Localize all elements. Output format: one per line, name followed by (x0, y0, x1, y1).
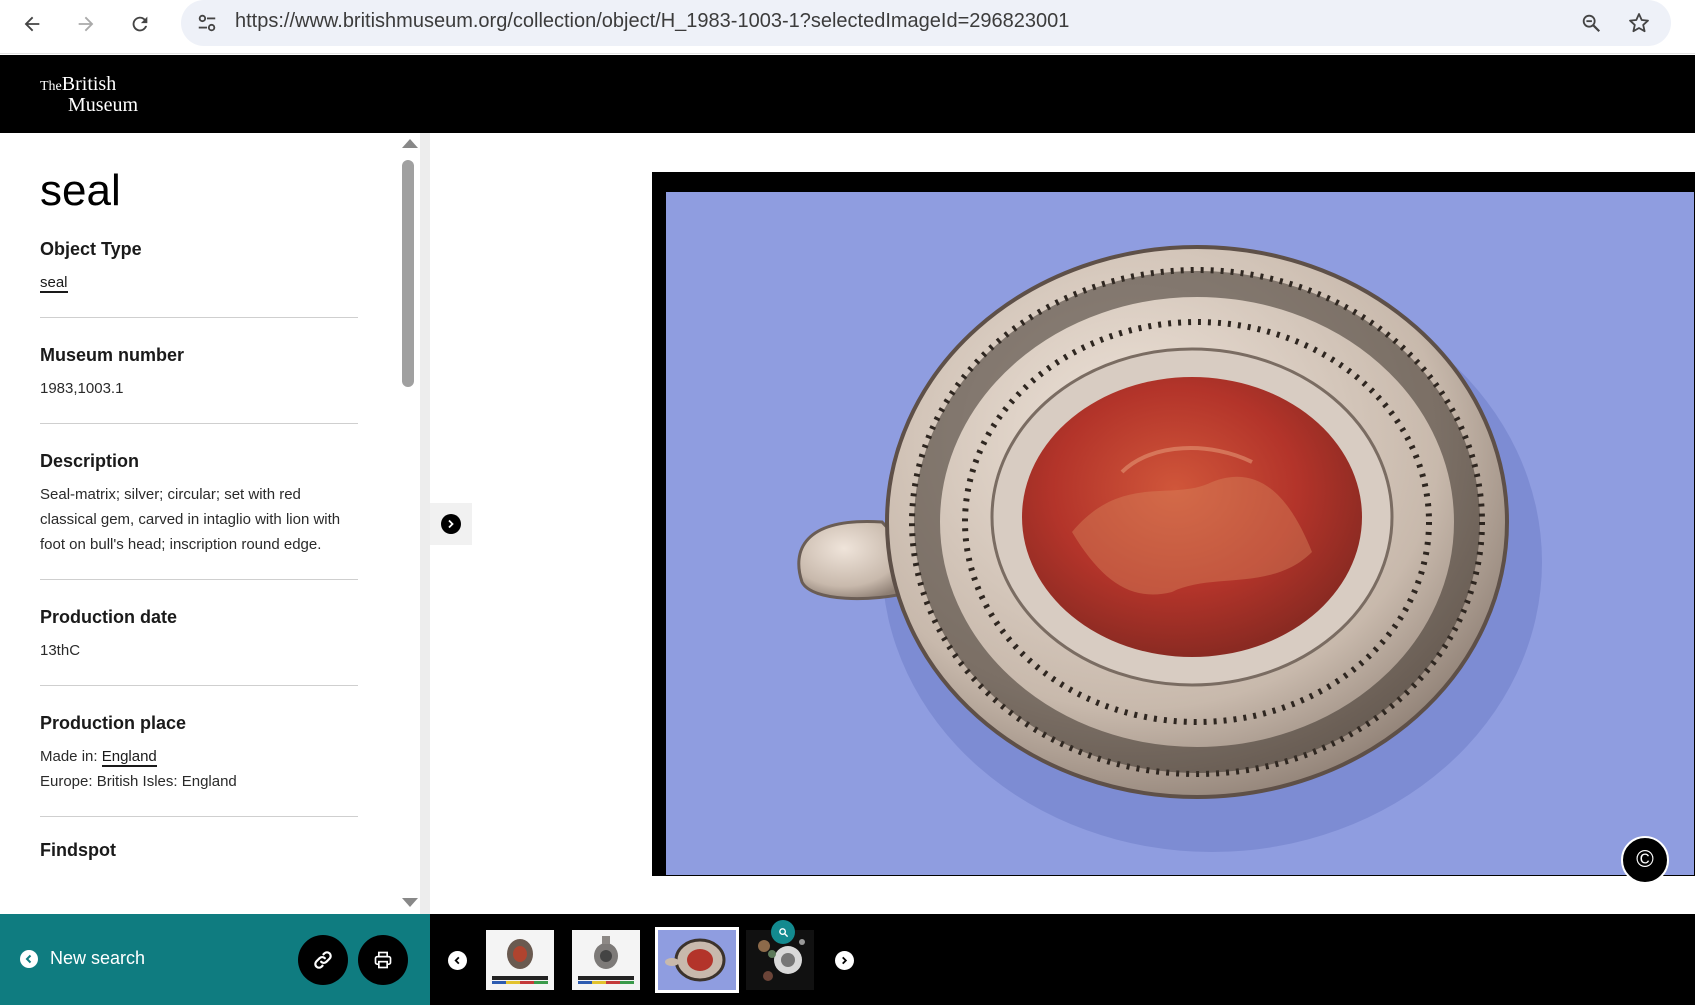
thumbnails-prev-icon[interactable] (448, 951, 467, 970)
reload-icon[interactable] (122, 6, 158, 42)
address-bar[interactable]: https://www.britishmuseum.org/collection… (181, 0, 1671, 46)
field-production-date: Production date 13thC (40, 580, 358, 686)
thumbnail-2[interactable] (572, 930, 640, 990)
panel-divider (420, 133, 430, 914)
forward-icon[interactable] (68, 6, 104, 42)
chevron-left-icon (20, 949, 38, 968)
england-link[interactable]: England (101, 748, 157, 767)
chevron-right-icon (441, 514, 461, 534)
british-museum-logo[interactable]: TheBritish Museum (40, 74, 138, 115)
bookmark-star-icon[interactable] (1624, 8, 1654, 38)
site-header: TheBritish Museum (0, 55, 1695, 133)
object-type-link[interactable]: seal (40, 274, 68, 293)
field-museum-number: Museum number 1983,1003.1 (40, 318, 358, 424)
field-findspot: Findspot (40, 840, 116, 860)
thumbnail-strip (430, 914, 1695, 1005)
zoom-badge-icon[interactable] (771, 920, 795, 944)
action-bar: New search (0, 914, 430, 1005)
link-icon (314, 951, 332, 969)
browser-toolbar: https://www.britishmuseum.org/collection… (0, 0, 1695, 54)
zoom-icon[interactable] (1576, 8, 1606, 38)
details-scrollbar[interactable] (398, 133, 420, 914)
expand-panel-button[interactable] (430, 503, 472, 545)
scroll-thumb[interactable] (402, 160, 414, 387)
field-object-type: Object Type seal (40, 216, 358, 318)
thumbnails-next-icon[interactable] (835, 951, 854, 970)
thumbnail-1[interactable] (486, 930, 554, 990)
back-icon[interactable] (14, 6, 50, 42)
thumbnail-3-selected[interactable] (655, 927, 739, 993)
seal-main-image[interactable] (652, 172, 1695, 876)
scroll-down-arrow-icon[interactable] (402, 898, 418, 907)
image-viewer: © (430, 133, 1695, 914)
site-info-icon[interactable] (193, 9, 221, 37)
new-search-label: New search (50, 948, 146, 968)
print-icon (374, 951, 392, 969)
print-button[interactable] (358, 935, 408, 985)
field-production-place: Production place Made in: England Europe… (40, 686, 358, 817)
scroll-up-arrow-icon[interactable] (402, 139, 418, 148)
field-description: Description Seal-matrix; silver; circula… (40, 424, 358, 580)
copy-link-button[interactable] (298, 935, 348, 985)
new-search-button[interactable]: New search (20, 948, 145, 969)
url-text[interactable]: https://www.britishmuseum.org/collection… (235, 10, 1069, 33)
object-details-panel: seal Object Type seal Museum number 1983… (0, 133, 420, 914)
page-title: seal (40, 166, 121, 215)
copyright-button[interactable]: © (1621, 836, 1669, 884)
